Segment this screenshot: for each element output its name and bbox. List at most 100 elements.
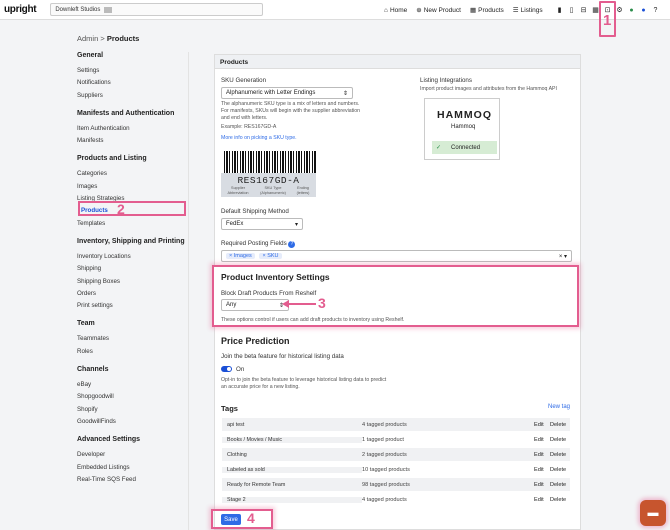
sidebar-section-title: Advanced Settings xyxy=(77,436,141,444)
check-icon: ✓ xyxy=(436,145,442,151)
toggle-label: On xyxy=(236,366,245,373)
inbox-icon[interactable]: ⊟ xyxy=(579,6,588,14)
app-logo[interactable]: upright xyxy=(4,4,37,15)
nav-label: Home xyxy=(389,6,408,14)
chat-icon[interactable]: ▬ xyxy=(640,500,666,526)
nav-new-product[interactable]: ⊕ New Product xyxy=(416,6,461,15)
sku-select[interactable]: Alphanumeric with Letter Endings ⇕ xyxy=(221,87,353,99)
tag-count: 4 tagged products xyxy=(362,421,407,428)
edit-link[interactable]: Edit xyxy=(534,497,550,503)
posting-chips: × Images × SKU xyxy=(226,253,285,259)
clipboard-icon[interactable]: ▮ xyxy=(555,6,564,14)
grid-icon: ▦ xyxy=(469,7,477,14)
delete-link[interactable]: Delete xyxy=(550,452,566,458)
shipping-select[interactable]: FedEx ▾ xyxy=(221,218,303,230)
plus-circle-icon: ⊕ xyxy=(416,7,422,14)
new-tag-link[interactable]: New tag xyxy=(548,404,570,410)
barcode-part: Ending (letters) xyxy=(296,186,310,195)
barcode-part: Supplier Abbreviation xyxy=(227,186,249,195)
tag-name: api test xyxy=(227,421,245,428)
sidebar-item-teammates[interactable]: Teammates xyxy=(77,333,187,345)
sidebar-item-goodwillfinds[interactable]: GoodwillFinds xyxy=(77,416,187,428)
nav-home[interactable]: ⌂ Home xyxy=(384,7,407,14)
sidebar-item-shopgoodwill[interactable]: Shopgoodwill xyxy=(77,391,187,403)
settings-icon[interactable]: ⚙ xyxy=(615,6,624,14)
sidebar-item-authentication[interactable]: Item Authentication xyxy=(77,123,187,135)
tags-title: Tags xyxy=(221,404,238,413)
help-icon[interactable]: ? xyxy=(288,241,296,248)
block-draft-select[interactable]: Any ⇕ xyxy=(221,299,289,311)
sku-more-info-link[interactable]: More info on picking a SKU type. xyxy=(221,135,297,142)
delete-link[interactable]: Delete xyxy=(550,467,566,473)
chip-images[interactable]: × Images xyxy=(226,253,255,259)
edit-link[interactable]: Edit xyxy=(534,437,550,443)
price-toggle[interactable] xyxy=(221,366,232,372)
sidebar-divider xyxy=(188,52,189,530)
breadcrumb-admin[interactable]: Admin xyxy=(77,34,98,43)
sidebar-item-shipping[interactable]: Shipping xyxy=(77,263,187,275)
price-desc-line: an accurate price for a new listing. xyxy=(221,384,300,390)
delete-link[interactable]: Delete xyxy=(550,482,566,488)
sidebar-item-developer[interactable]: Developer xyxy=(77,449,187,461)
bell-icon[interactable]: ● xyxy=(639,7,648,14)
sidebar-item-print-settings[interactable]: Print settings xyxy=(77,300,187,312)
sidebar: General Settings Notifications Suppliers… xyxy=(77,52,187,486)
annotation-1: 1 xyxy=(603,12,612,29)
breadcrumb-current: Products xyxy=(106,34,140,43)
posting-label-text: Required Posting Fields xyxy=(221,240,287,247)
sidebar-item-ebay[interactable]: eBay xyxy=(77,379,187,391)
info-icon[interactable]: ● xyxy=(627,7,636,14)
delete-link[interactable]: Delete xyxy=(550,497,566,503)
table-row: Books / Movies / Music 1 tagged product … xyxy=(222,433,570,446)
sidebar-item-categories[interactable]: Categories xyxy=(77,168,187,180)
sidebar-item-manifests[interactable]: Manifests xyxy=(77,135,187,147)
edit-link[interactable]: Edit xyxy=(534,422,550,428)
annotation-4: 4 xyxy=(247,510,255,526)
sidebar-item-embedded-listings[interactable]: Embedded Listings xyxy=(77,462,187,474)
sidebar-item-roles[interactable]: Roles xyxy=(77,346,187,358)
delete-link[interactable]: Delete xyxy=(550,422,566,428)
sidebar-item-notifications[interactable]: Notifications xyxy=(77,77,187,89)
sidebar-item-templates[interactable]: Templates xyxy=(77,218,187,230)
save-button[interactable]: Save xyxy=(221,514,241,525)
edit-link[interactable]: Edit xyxy=(534,467,550,473)
nav-listings[interactable]: ☰ Listings xyxy=(513,6,543,15)
edit-link[interactable]: Edit xyxy=(534,452,550,458)
table-row: Labeled as sold 10 tagged products Edit … xyxy=(222,463,570,476)
sku-description: The alphanumeric SKU type is a mix of le… xyxy=(221,101,411,122)
sidebar-item-inventory-locations[interactable]: Inventory Locations xyxy=(77,251,187,263)
help-icon[interactable]: ? xyxy=(651,7,660,14)
sidebar-item-shipping-boxes[interactable]: Shipping Boxes xyxy=(77,276,187,288)
tag-count: 98 tagged products xyxy=(362,481,410,488)
sidebar-item-suppliers[interactable]: Suppliers xyxy=(77,90,187,102)
nav-label: New Product xyxy=(423,6,461,14)
edit-link[interactable]: Edit xyxy=(534,482,550,488)
sidebar-item-images[interactable]: Images xyxy=(77,181,187,193)
clear-chevron-icon[interactable]: × ▾ xyxy=(559,253,567,260)
arrow-line xyxy=(288,303,316,305)
redacted-block xyxy=(104,6,113,13)
barcode-part: SKU Type (Alphanumeric) xyxy=(260,186,286,195)
store-selector[interactable]: Downleft Studios xyxy=(50,3,264,16)
delete-link[interactable]: Delete xyxy=(550,437,566,443)
nav-products[interactable]: ▦ Products xyxy=(469,6,504,15)
sidebar-item-sqs-feed[interactable]: Real-Time SQS Feed xyxy=(77,474,187,486)
integrations-desc: Import product images and attributes fro… xyxy=(420,86,557,92)
sku-example: Example: RES167GD-A xyxy=(221,124,277,130)
annotation-3: 3 xyxy=(318,295,326,311)
sidebar-section-title: Channels xyxy=(77,366,109,374)
table-row: Clothing 2 tagged products Edit Delete xyxy=(222,448,570,461)
sidebar-item-shopify[interactable]: Shopify xyxy=(77,404,187,416)
tag-name: Labeled as sold xyxy=(222,466,362,473)
price-title: Price Prediction xyxy=(221,336,290,346)
file-icon[interactable]: ▯ xyxy=(567,6,576,14)
chip-sku[interactable]: × SKU xyxy=(259,253,282,259)
sidebar-section-title: Products and Listing xyxy=(77,155,147,163)
sku-desc-line: For manifests, SKUs will begin with the … xyxy=(221,108,360,114)
barcode-image xyxy=(224,151,316,173)
posting-fields-select[interactable]: × Images × SKU × ▾ xyxy=(221,250,572,262)
sidebar-item-settings[interactable]: Settings xyxy=(77,65,187,77)
products-highlight xyxy=(78,201,186,216)
sidebar-item-orders[interactable]: Orders xyxy=(77,288,187,300)
tag-name: Ready for Remote Team xyxy=(227,481,286,488)
